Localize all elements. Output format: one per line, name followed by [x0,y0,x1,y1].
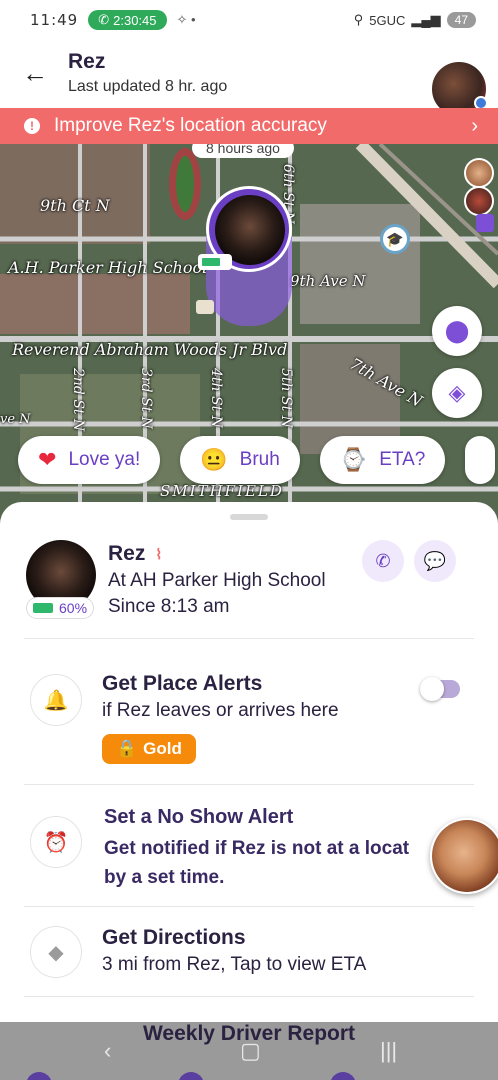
neutral-face-icon: 😐 [200,447,228,472]
place-alerts-subtitle: if Rez leaves or arrives here [102,700,339,721]
directions-subtitle: 3 mi from Rez, Tap to view ETA [102,954,367,975]
gold-badge[interactable]: 🔒 Gold [102,734,196,764]
chat-icon: 💬 [423,550,447,571]
road-label-3rd-st: 3rd St N [138,368,154,429]
person-location: At AH Parker High School [108,570,326,591]
call-timer: 2:30:45 [113,12,157,28]
home-icon[interactable] [476,214,494,232]
place-alerts-toggle[interactable] [420,677,460,701]
drag-handle[interactable] [230,514,268,520]
places-button[interactable]: ⬤ [432,306,482,356]
message-button[interactable]: 💬 [414,540,456,582]
no-show-title[interactable]: Set a No Show Alert [104,806,293,829]
side-avatar-2[interactable] [464,186,494,216]
nav-recents-icon[interactable]: ||| [380,1038,397,1064]
person-since: Since 8:13 am [108,596,230,617]
reaction-label: Bruh [239,449,280,470]
battery-percent: 60% [59,600,88,616]
road-label-2nd-st: 2nd St N [70,368,86,432]
person-name: Rez [108,542,146,565]
road-label-9th-ave: 9th Ave N [290,272,366,290]
member-detail-sheet: 60% Rez ⌇ At AH Parker High School Since… [0,502,498,1022]
call-timer-pill[interactable]: ✆ 2:30:45 [88,10,167,30]
status-bar: 11:49 ✆ 2:30:45 ✧ • ⚲ 5GUC ▂▄▆ 47 [0,0,498,40]
divider [24,996,474,997]
location-icon: ⚲ [353,12,364,27]
no-show-subtitle: Get notified if Rez is not at a locat by… [104,838,410,888]
road-label-4th-st: 4th St N [208,368,224,428]
nav-back-icon[interactable]: ‹ [104,1038,111,1064]
time-bubble: 8 hours ago [192,144,294,158]
call-button[interactable]: ✆ [362,540,404,582]
divider [24,638,474,639]
no-wifi-icon: ⌇ [155,545,163,562]
status-right: ⚲ 5GUC ▂▄▆ 47 [354,12,476,28]
chevron-right-icon: › [471,114,478,137]
bell-icon: 🔔 [30,674,82,726]
last-updated: Last updated 8 hr. ago [68,78,228,95]
status-icons: ✧ • [176,12,196,27]
divider [24,784,474,785]
watch-icon: ⌚ [339,447,368,472]
reaction-bruh-button[interactable]: 😐 Bruh [180,436,300,484]
banner-text: Improve Rez's location accuracy [54,115,327,136]
alarm-clock-icon: ⏰ [30,816,82,868]
page-title: Rez [68,50,106,73]
battery-indicator: 47 [446,12,476,28]
pin-battery-icon [198,254,232,270]
info-icon: ! [24,118,40,134]
back-arrow-icon[interactable]: ← [22,58,48,89]
person-name-row: Rez ⌇ [108,542,162,566]
reaction-label: ETA? [379,449,426,470]
clock: 11:49 [30,11,79,29]
road-label-9th-ct: 9th Ct N [40,196,110,215]
reaction-label: Love ya! [68,449,141,470]
road-label-5th-st: 5th St N [278,368,294,428]
reaction-love-button[interactable]: ❤ Love ya! [18,436,161,484]
map-layers-button[interactable]: ◈ [432,368,482,418]
header: ← Rez Last updated 8 hr. ago [0,40,498,118]
road-label-school: A.H. Parker High School [8,258,208,277]
reaction-chips: ❤ Love ya! 😐 Bruh ⌚ ETA? [18,436,496,484]
place-marker-icon [196,300,214,314]
heart-icon: ❤ [38,447,57,472]
phone-icon: ✆ [375,550,391,571]
nav-home-icon[interactable]: ▢ [240,1038,261,1064]
side-avatar-1[interactable] [464,158,494,188]
reaction-eta-button[interactable]: ⌚ ETA? [319,436,446,484]
location-accuracy-banner[interactable]: ! Improve Rez's location accuracy › [0,108,498,144]
road-label-reverend-blvd: Reverend Abraham Woods Jr Blvd [12,340,288,359]
network-label: 5GUC [369,12,406,28]
signal-icon: ▂▄▆ [411,12,441,27]
layers-icon: ◈ [448,380,466,405]
lock-icon: 🔒 [116,739,138,758]
battery-icon [33,603,53,613]
school-icon[interactable]: 🎓 [380,224,410,254]
road-label-ave-n: ve N [0,412,31,427]
directions-icon: ◆ [30,926,82,978]
road-label-smithfield: SMITHFIELD [160,482,284,500]
gold-label: Gold [143,739,182,758]
place-alerts-title: Get Place Alerts [102,672,263,695]
chat-bubble-head[interactable] [430,818,498,894]
reaction-more-chip[interactable] [465,436,496,484]
place-pin-icon: ⬤ [444,318,470,343]
directions-title[interactable]: Get Directions [102,926,246,950]
phone-icon: ✆ [98,12,110,27]
divider [24,906,474,907]
battery-badge: 60% [26,597,95,619]
